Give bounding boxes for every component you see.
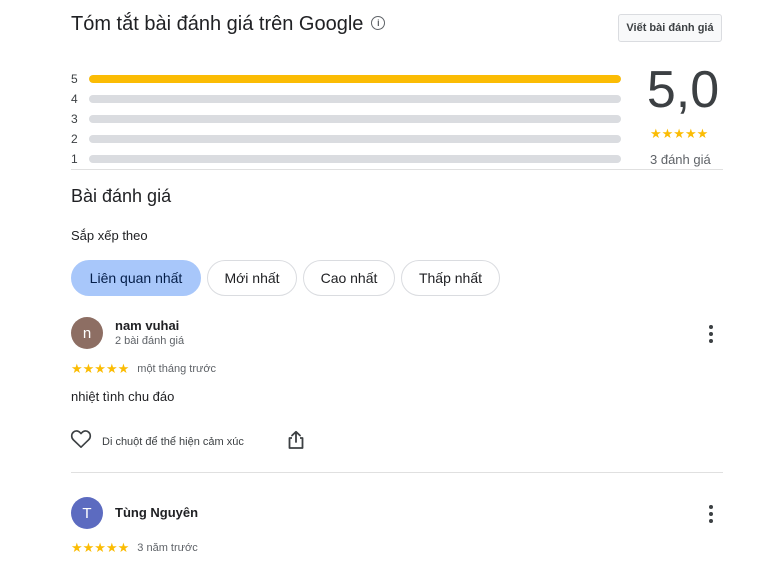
reviewer-name[interactable]: nam vuhai (115, 318, 179, 333)
share-icon[interactable] (287, 430, 305, 455)
divider (71, 472, 723, 473)
sort-chip-newest[interactable]: Mới nhất (207, 260, 297, 296)
divider (71, 169, 723, 170)
write-review-button[interactable]: Viết bài đánh giá (618, 14, 722, 42)
avatar[interactable]: T (71, 497, 103, 529)
reviews-heading: Bài đánh giá (71, 186, 172, 206)
heart-icon[interactable] (70, 429, 92, 454)
average-stars-icon: ★★★★★ (650, 126, 709, 141)
rating-bar-track (89, 135, 621, 143)
rating-bar-track (89, 115, 621, 123)
page-title: Tóm tắt bài đánh giá trên Google i (71, 13, 386, 36)
more-options-icon[interactable] (701, 504, 721, 524)
rating-bar-3: 3 (71, 111, 621, 127)
rating-bar-label: 4 (71, 92, 78, 106)
rating-bar-5: 5 (71, 71, 621, 87)
rating-bar-label: 3 (71, 112, 78, 126)
react-row: Di chuột để thể hiện cảm xúc (70, 429, 244, 454)
sort-label: Sắp xếp theo (71, 228, 148, 243)
rating-bar-4: 4 (71, 91, 621, 107)
review-rating: ★★★★★ 3 năm trước (71, 540, 198, 556)
rating-bar-2: 2 (71, 131, 621, 147)
review-time: 3 năm trước (137, 542, 198, 554)
sort-chip-relevant[interactable]: Liên quan nhất (71, 260, 201, 296)
rating-bar-track (89, 155, 621, 163)
info-icon[interactable]: i (371, 15, 386, 30)
star-rating-icon: ★★★★★ (71, 361, 130, 376)
rating-bar-track (89, 75, 621, 83)
review-time: một tháng trước (137, 363, 217, 375)
review-count: 3 đánh giá (650, 152, 711, 167)
review-rating: ★★★★★ một tháng trước (71, 361, 216, 377)
review-text: nhiệt tình chu đáo (71, 389, 175, 404)
page-title-text: Tóm tắt bài đánh giá trên Google (71, 13, 364, 35)
reviewer-name[interactable]: Tùng Nguyên (115, 505, 198, 520)
rating-bar-label: 2 (71, 132, 78, 146)
avatar[interactable]: n (71, 317, 103, 349)
rating-bar-1: 1 (71, 151, 621, 167)
average-score: 5,0 (646, 61, 720, 119)
rating-bar-label: 5 (71, 72, 78, 86)
star-rating-icon: ★★★★★ (71, 540, 130, 555)
more-options-icon[interactable] (701, 324, 721, 344)
sort-chip-highest[interactable]: Cao nhất (303, 260, 395, 296)
rating-bar-label: 1 (71, 152, 78, 166)
rating-bar-fill (89, 75, 621, 83)
reviewer-meta: 2 bài đánh giá (115, 335, 185, 347)
rating-bar-track (89, 95, 621, 103)
sort-chip-lowest[interactable]: Thấp nhất (401, 260, 500, 296)
react-hint: Di chuột để thể hiện cảm xúc (102, 435, 244, 448)
